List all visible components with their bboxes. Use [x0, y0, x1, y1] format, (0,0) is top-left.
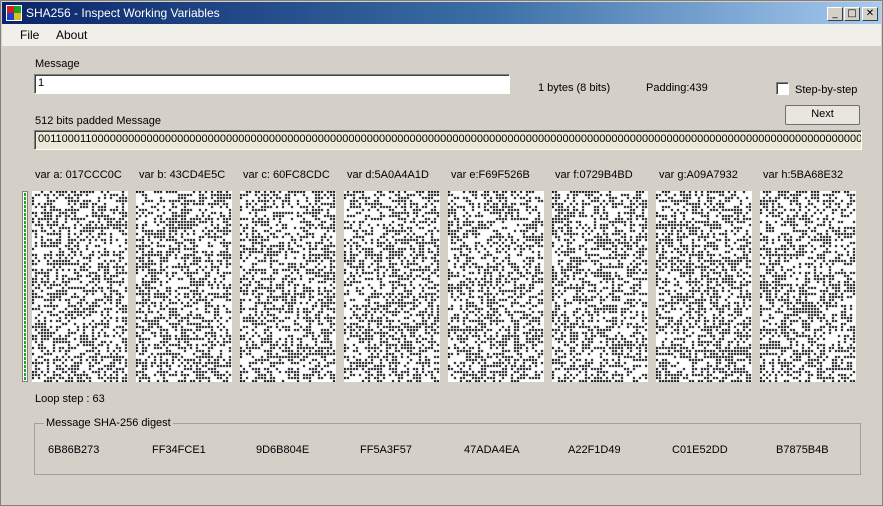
digest-word-5: 47ADA4EA [464, 444, 520, 456]
digest-word-4: FF5A3F57 [360, 444, 412, 456]
message-label: Message [35, 58, 80, 70]
var-c-bit-grid [240, 191, 336, 382]
var-c-label: var c: 60FC8CDC [243, 169, 330, 181]
menu-file[interactable]: File [20, 28, 39, 42]
digest-caption: Message SHA-256 digest [44, 417, 173, 429]
var-a-bit-grid [32, 191, 128, 382]
digest-word-6: A22F1D49 [568, 444, 621, 456]
padded-message-field[interactable]: 0011000110000000000000000000000000000000… [34, 130, 862, 150]
progress-fill [24, 193, 26, 380]
var-f-bit-grid [552, 191, 648, 382]
digest-word-2: FF34FCE1 [152, 444, 206, 456]
close-button[interactable]: ✕ [862, 7, 878, 21]
var-h-label: var h:5BA68E32 [763, 169, 844, 181]
padded-message-label: 512 bits padded Message [35, 115, 161, 127]
var-d-label: var d:5A0A4A1D [347, 169, 429, 181]
title-bar[interactable]: SHA256 - Inspect Working Variables _ □ ✕ [2, 2, 881, 24]
message-size-text: 1 bytes (8 bits) [538, 82, 611, 94]
var-g-label: var g:A09A7932 [659, 169, 738, 181]
minimize-icon: _ [832, 8, 838, 19]
var-a-label: var a: 017CCC0C [35, 169, 122, 181]
menu-about[interactable]: About [56, 28, 87, 42]
next-button[interactable]: Next [785, 105, 860, 125]
digest-word-3: 9D6B804E [256, 444, 310, 456]
loop-step-text: Loop step : 63 [35, 393, 105, 405]
var-b-bit-grid [136, 191, 232, 382]
var-g-bit-grid [656, 191, 752, 382]
var-f-label: var f:0729B4BD [555, 169, 633, 181]
var-d-bit-grid [344, 191, 440, 382]
window-title: SHA256 - Inspect Working Variables [26, 6, 220, 20]
digest-word-7: C01E52DD [672, 444, 728, 456]
var-e-label: var e:F69F526B [451, 169, 530, 181]
menu-bar: File About [2, 24, 881, 46]
minimize-button[interactable]: _ [827, 7, 843, 21]
app-grid-icon [6, 5, 22, 21]
var-h-bit-grid [760, 191, 856, 382]
close-icon: ✕ [865, 8, 875, 19]
var-e-bit-grid [448, 191, 544, 382]
maximize-icon: □ [847, 8, 857, 19]
digest-word-8: B7875B4B [776, 444, 829, 456]
padding-text: Padding:439 [646, 82, 708, 94]
var-b-label: var b: 43CD4E5C [139, 169, 226, 181]
main-window: SHA256 - Inspect Working Variables _ □ ✕… [0, 0, 883, 506]
step-by-step-checkbox[interactable] [776, 82, 789, 95]
digest-word-1: 6B86B273 [48, 444, 100, 456]
maximize-button[interactable]: □ [844, 7, 860, 21]
loop-progress-bar [22, 191, 28, 382]
step-by-step-label[interactable]: Step-by-step [795, 84, 857, 96]
message-input[interactable]: 1 [34, 74, 510, 94]
